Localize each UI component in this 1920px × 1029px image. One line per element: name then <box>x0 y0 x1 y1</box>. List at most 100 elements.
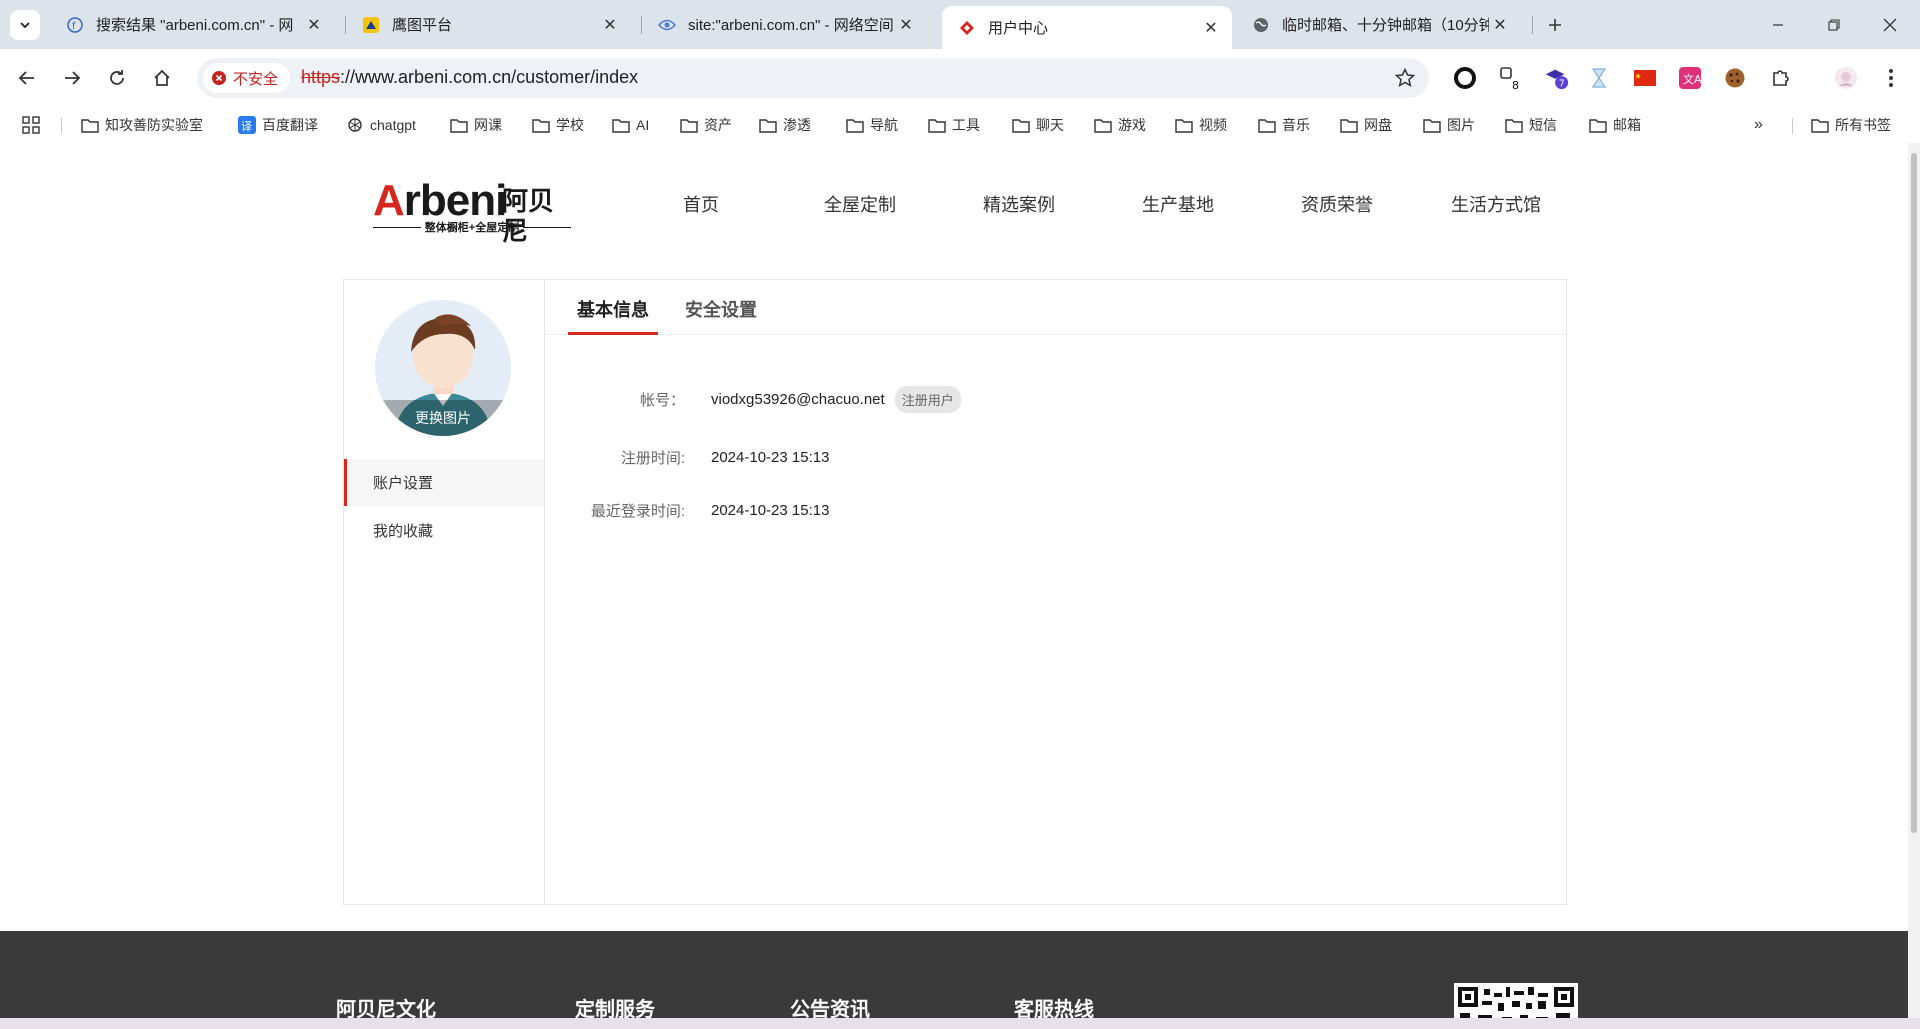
folder-icon <box>1258 117 1276 133</box>
register-time-label: 注册时间: <box>620 449 685 467</box>
china-flag-icon[interactable] <box>1632 65 1658 91</box>
scrollbar-thumb[interactable] <box>1911 153 1917 833</box>
search-favicon-icon: f <box>66 16 84 34</box>
bookmark-item[interactable]: 短信 <box>1505 114 1557 136</box>
logo-tagline: 整体橱柜+全屋定制 <box>373 219 571 235</box>
bookmark-item[interactable]: 网课 <box>450 114 502 136</box>
url-scheme: https <box>301 67 341 87</box>
folder-icon <box>1012 117 1030 133</box>
extensions-puzzle-icon[interactable] <box>1768 65 1794 91</box>
new-tab-button[interactable] <box>1540 10 1570 40</box>
bookmark-item[interactable]: 工具 <box>928 114 980 136</box>
extension-hat-icon[interactable]: 7 <box>1544 65 1570 91</box>
avatar[interactable]: 更换图片 <box>375 300 511 436</box>
bookmark-label: 百度翻译 <box>262 117 318 133</box>
close-tab-icon[interactable]: ✕ <box>895 14 917 36</box>
bookmark-item[interactable]: 视频 <box>1175 114 1227 136</box>
bookmark-item[interactable]: 知攻善防实验室 <box>81 114 203 136</box>
profile-avatar[interactable] <box>1833 65 1859 91</box>
bookmark-item[interactable]: chatgpt <box>346 114 416 136</box>
apps-button[interactable] <box>22 114 40 136</box>
more-bookmarks-button[interactable]: » <box>1754 114 1763 136</box>
change-avatar-label[interactable]: 更换图片 <box>375 408 511 428</box>
bookmark-star-button[interactable] <box>1393 66 1417 90</box>
forward-button[interactable] <box>56 62 88 94</box>
extension-circle-icon[interactable] <box>1452 65 1478 91</box>
bookmark-item[interactable]: AI <box>612 114 649 136</box>
security-indicator[interactable]: 不安全 <box>203 63 291 93</box>
bookmark-label: 学校 <box>556 117 584 133</box>
chevron-down-icon <box>20 22 30 29</box>
url-text[interactable]: https://www.arbeni.com.cn/customer/index <box>301 67 638 88</box>
all-bookmarks-button[interactable]: 所有书签 <box>1811 114 1891 136</box>
bookmark-label: AI <box>636 117 650 133</box>
bookmark-item[interactable]: 聊天 <box>1012 114 1064 136</box>
bookmark-item[interactable]: 图片 <box>1423 114 1475 136</box>
sidebar-item-favorites[interactable]: 我的收藏 <box>344 507 544 554</box>
tab-basic-info[interactable]: 基本信息 <box>568 296 658 335</box>
restore-icon <box>1828 18 1840 31</box>
close-tab-icon[interactable]: ✕ <box>1489 14 1511 36</box>
account-value: viodxg53926@chacuo.net <box>711 390 885 408</box>
bookmark-item[interactable]: 网盘 <box>1340 114 1392 136</box>
cookie-icon[interactable] <box>1722 65 1748 91</box>
bookmark-item[interactable]: 资产 <box>680 114 732 136</box>
nav-production[interactable]: 生产基地 <box>1142 191 1214 217</box>
close-window-button[interactable] <box>1862 0 1918 49</box>
home-icon <box>154 69 170 86</box>
nav-honors[interactable]: 资质荣誉 <box>1301 191 1373 217</box>
sidebar-item-account-settings[interactable]: 账户设置 <box>344 459 544 506</box>
bookmark-label: 网课 <box>474 117 502 133</box>
user-sidebar: 更换图片 账户设置 我的收藏 <box>344 280 545 904</box>
bookmark-item[interactable]: 邮箱 <box>1589 114 1641 136</box>
bookmark-label: 图片 <box>1447 117 1475 133</box>
close-tab-icon[interactable]: ✕ <box>303 14 325 36</box>
bookmark-item[interactable]: 渗透 <box>759 114 811 136</box>
tab-security-settings[interactable]: 安全设置 <box>685 296 757 335</box>
page-scrollbar[interactable] <box>1908 143 1920 1029</box>
reload-button[interactable] <box>101 62 133 94</box>
bookmark-item[interactable]: 学校 <box>532 114 584 136</box>
close-tab-icon[interactable]: ✕ <box>1200 17 1222 39</box>
tab-search-button[interactable] <box>10 10 40 40</box>
browser-tab-1[interactable]: f 搜索结果 "arbeni.com.cn" - 网 ✕ <box>50 6 335 43</box>
arbeni-logo[interactable]: Arbeni 阿贝尼 整体橱柜+全屋定制 <box>373 178 573 246</box>
nav-whole-house[interactable]: 全屋定制 <box>824 191 896 217</box>
extension-badge: 7 <box>1559 78 1565 89</box>
nav-home[interactable]: 首页 <box>683 191 719 217</box>
browser-tab-5[interactable]: 临时邮箱、十分钟邮箱（10分钟 ✕ <box>1236 6 1521 43</box>
browser-tab-3[interactable]: site:"arbeni.com.cn" - 网络空间 ✕ <box>642 6 927 43</box>
bookmark-label: 工具 <box>952 117 980 133</box>
address-bar[interactable]: 不安全 https://www.arbeni.com.cn/customer/i… <box>197 58 1429 98</box>
browser-menu-button[interactable] <box>1878 65 1904 91</box>
folder-icon <box>759 117 777 133</box>
nav-cases[interactable]: 精选案例 <box>983 191 1055 217</box>
folder-icon <box>1505 117 1523 133</box>
folder-icon <box>1340 117 1358 133</box>
bookmark-item[interactable]: 游戏 <box>1094 114 1146 136</box>
arrow-left-icon <box>18 71 34 85</box>
extension-counter-icon[interactable]: 8 <box>1498 65 1524 91</box>
back-button[interactable] <box>11 62 43 94</box>
nav-lifestyle[interactable]: 生活方式馆 <box>1451 191 1541 217</box>
content-tabs: 基本信息 安全设置 <box>546 280 1566 335</box>
home-button[interactable] <box>146 62 178 94</box>
bookmark-label: 网盘 <box>1364 117 1392 133</box>
plus-icon <box>1549 19 1561 31</box>
browser-tab-4-active[interactable]: 用户中心 ✕ <box>942 6 1232 49</box>
bookmark-item[interactable]: 译百度翻译 <box>238 114 318 136</box>
folder-icon <box>846 117 864 133</box>
extension-hourglass-icon[interactable] <box>1586 65 1612 91</box>
bookmark-label: 音乐 <box>1282 117 1310 133</box>
close-tab-icon[interactable]: ✕ <box>599 14 621 36</box>
browser-tab-2[interactable]: 鹰图平台 ✕ <box>346 6 631 43</box>
register-time-value: 2024-10-23 15:13 <box>711 448 830 466</box>
account-row: 帐号： viodxg53926@chacuo.net 注册用户 <box>546 385 961 413</box>
bookmark-separator <box>61 118 62 134</box>
extension-translate-icon[interactable]: 文A <box>1677 65 1703 91</box>
minimize-button[interactable] <box>1750 0 1806 49</box>
bookmark-item[interactable]: 导航 <box>846 114 898 136</box>
bookmark-item[interactable]: 音乐 <box>1258 114 1310 136</box>
restore-button[interactable] <box>1806 0 1862 49</box>
close-icon <box>1883 18 1897 31</box>
